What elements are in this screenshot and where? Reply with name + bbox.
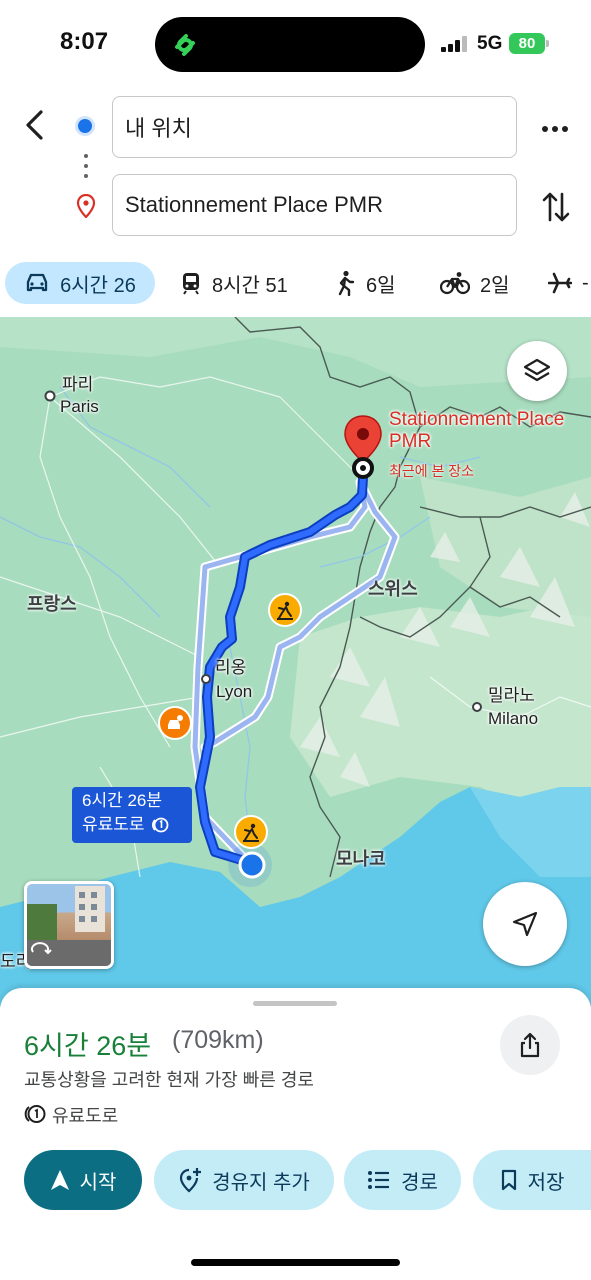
tab-flight-label: - — [582, 271, 589, 294]
toll-road-icon — [24, 1105, 46, 1123]
walk-icon — [338, 270, 355, 296]
destination-pin-icon — [76, 194, 96, 218]
destination-map-sublabel: 최근에 본 장소 — [389, 463, 475, 479]
route-eta: 6시간 26분 — [24, 1031, 152, 1061]
add-location-icon — [180, 1168, 202, 1193]
navigation-icon — [50, 1170, 69, 1190]
route-connector — [84, 154, 88, 184]
tab-transit-label: 8시간 51 — [212, 274, 288, 297]
tab-walk[interactable]: 6일 — [334, 262, 396, 304]
map-label-milano-ko: 밀라노 — [488, 686, 535, 705]
roadwork-icon[interactable] — [268, 593, 302, 627]
map-label-paris-ko: 파리 — [62, 375, 94, 394]
tab-transit[interactable]: 8시간 51 — [180, 262, 288, 304]
battery-tip — [546, 40, 549, 47]
back-arrow-icon[interactable] — [18, 108, 52, 142]
tab-drive[interactable]: 6시간 26 — [5, 262, 155, 304]
share-button[interactable] — [500, 1015, 560, 1075]
route-description: 교통상황을 고려한 현재 가장 빠른 경로 — [24, 1070, 314, 1090]
roadwork-icon[interactable] — [234, 815, 268, 849]
street-view-thumbnail[interactable] — [24, 881, 114, 969]
tab-flight[interactable]: - — [548, 262, 589, 304]
sheet-drag-handle[interactable] — [253, 1001, 337, 1006]
destination-input[interactable]: Stationnement Place PMR — [112, 174, 517, 236]
save-label: 저장 — [527, 1171, 565, 1194]
navigation-arrow-icon — [512, 911, 538, 937]
signal-icon — [441, 36, 469, 52]
bike-icon — [440, 272, 470, 295]
share-icon — [520, 1032, 540, 1058]
recenter-button[interactable] — [483, 882, 567, 966]
map-label-lyon: Lyon — [216, 682, 253, 701]
tab-drive-label: 6시간 26 — [60, 274, 136, 297]
map-label-paris: Paris — [60, 397, 99, 416]
layers-button[interactable] — [507, 341, 567, 401]
origin-input[interactable]: 내 위치 — [112, 96, 517, 158]
swap-icon[interactable] — [540, 190, 572, 224]
destination-map-label[interactable]: Stationnement Place PMR — [389, 409, 589, 453]
steps-button[interactable]: 경로 — [344, 1150, 461, 1210]
map-label-milano: Milano — [488, 709, 539, 728]
car-icon — [26, 273, 48, 292]
more-options-icon[interactable] — [540, 114, 570, 144]
map-label-france: 프랑스 — [27, 594, 77, 614]
route-tag-toll: 유료도로 — [82, 815, 145, 834]
map-label-lyon-ko: 리옹 — [215, 658, 247, 677]
destination-marker-icon[interactable] — [340, 414, 386, 480]
app-activity-icon — [175, 34, 195, 56]
dynamic-island — [155, 17, 425, 72]
battery-icon: 80 — [509, 33, 545, 54]
accident-icon[interactable] — [158, 706, 192, 740]
toll-icon — [151, 817, 168, 833]
steps-label: 경로 — [401, 1171, 438, 1194]
add-stop-button[interactable]: 경유지 추가 — [154, 1150, 334, 1210]
toll-road-label: 유료도로 — [52, 1106, 119, 1126]
home-indicator[interactable] — [191, 1259, 400, 1266]
street-view-image — [27, 886, 111, 966]
layers-icon — [523, 358, 551, 382]
tab-bike-label: 2일 — [480, 274, 510, 297]
train-icon — [183, 273, 199, 295]
status-time: 8:07 — [60, 28, 109, 55]
tab-walk-label: 6일 — [366, 274, 396, 297]
add-stop-label: 경유지 추가 — [212, 1171, 310, 1194]
airplane-icon — [548, 272, 572, 294]
route-tag-time: 6시간 26분 — [82, 791, 163, 810]
save-button[interactable]: 저장 — [473, 1150, 591, 1210]
start-button-label: 시작 — [79, 1171, 117, 1194]
start-navigation-button[interactable]: 시작 — [24, 1150, 142, 1210]
origin-dot-icon — [78, 119, 92, 133]
bookmark-icon — [501, 1169, 516, 1191]
tab-bike[interactable]: 2일 — [440, 262, 510, 304]
map-label-switzerland: 스위스 — [368, 579, 418, 599]
list-icon — [368, 1171, 390, 1189]
route-duration-tag[interactable]: 6시간 26분 유료도로 — [72, 787, 192, 843]
network-type: 5G — [477, 33, 503, 54]
map-label-monaco: 모나코 — [336, 849, 386, 869]
route-distance: (709km) — [172, 1026, 264, 1054]
